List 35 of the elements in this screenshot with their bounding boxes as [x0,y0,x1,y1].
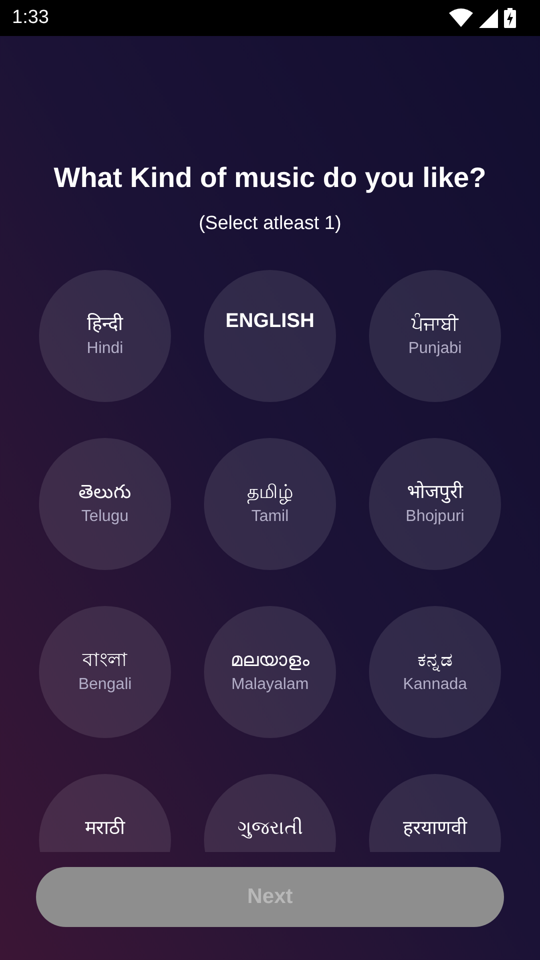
native-name: বাংলা [82,649,128,673]
language-option[interactable]: ಕನ್ನಡ Kannada [369,606,501,738]
status-time: 1:33 [12,6,49,30]
english-name: Tamil [251,507,289,527]
language-option[interactable]: தமிழ் Tamil [204,438,336,570]
language-option[interactable]: भोजपुरी Bhojpuri [369,438,501,570]
language-option[interactable]: ਪੰਜਾਬੀ Punjabi [369,270,501,402]
page-title: What Kind of music do you like? [54,161,486,195]
english-name: Hindi [86,339,124,359]
english-name: Punjabi [408,339,462,359]
language-name: ENGLISH [226,311,314,331]
language-option[interactable]: తెలుగు Telugu [39,438,171,570]
english-name: Bhojpuri [406,507,464,527]
native-name: भोजपुरी [407,481,463,505]
language-option[interactable]: ENGLISH [204,270,336,402]
native-name: മലയാളം [230,649,310,673]
wifi-icon [449,8,473,28]
language-option[interactable]: हिन्दी Hindi [39,270,171,402]
english-name: Kannada [402,675,468,695]
native-name: தமிழ் [247,481,293,505]
native-name: हरयाणवी [403,817,467,841]
english-name: Bengali [78,675,132,695]
signal-icon [479,8,498,28]
page-subtitle: (Select atleast 1) [198,212,342,236]
native-name: ਪੰਜਾਬੀ [412,313,458,337]
native-name: తెలుగు [78,481,132,505]
native-name: मराठी [85,817,125,841]
native-name: ಕನ್ನಡ [418,649,452,673]
native-name: हिन्दी [87,313,123,337]
english-name: Telugu [81,507,129,527]
language-option[interactable]: മലയാളം Malayalam [204,606,336,738]
native-name: ગુજરાતી [238,817,302,841]
english-name: Malayalam [231,675,309,695]
language-option[interactable]: বাংলা Bengali [39,606,171,738]
battery-icon [504,8,516,28]
